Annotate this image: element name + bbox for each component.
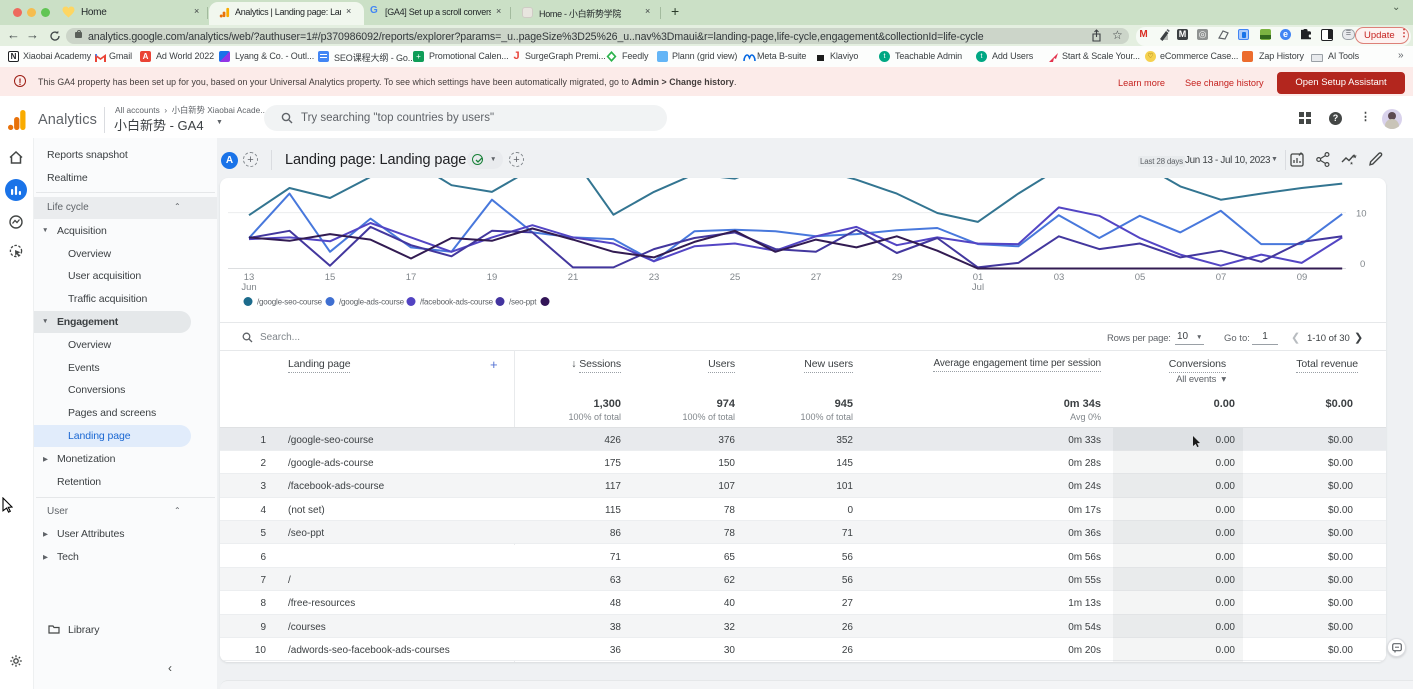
- svg-text:/seo-ppt: /seo-ppt: [509, 298, 537, 307]
- svg-text:Jul: Jul: [972, 282, 984, 293]
- svg-text:29: 29: [892, 272, 903, 283]
- svg-text:09: 09: [1297, 272, 1308, 283]
- svg-text:05: 05: [1135, 272, 1146, 283]
- svg-text:/google-ads-course: /google-ads-course: [339, 298, 405, 307]
- svg-text:10: 10: [1356, 209, 1367, 220]
- svg-text:19: 19: [487, 272, 498, 283]
- svg-text:03: 03: [1054, 272, 1065, 283]
- svg-text:/facebook-ads-course: /facebook-ads-course: [420, 298, 494, 307]
- svg-text:15: 15: [325, 272, 336, 283]
- svg-text:07: 07: [1216, 272, 1227, 283]
- svg-text:Jun: Jun: [241, 282, 256, 293]
- svg-text:0: 0: [1360, 259, 1365, 270]
- svg-text:23: 23: [649, 272, 660, 283]
- svg-text:/google-seo-course: /google-seo-course: [257, 298, 323, 307]
- svg-text:21: 21: [568, 272, 579, 283]
- svg-text:25: 25: [730, 272, 741, 283]
- svg-text:27: 27: [811, 272, 822, 283]
- svg-text:17: 17: [406, 272, 417, 283]
